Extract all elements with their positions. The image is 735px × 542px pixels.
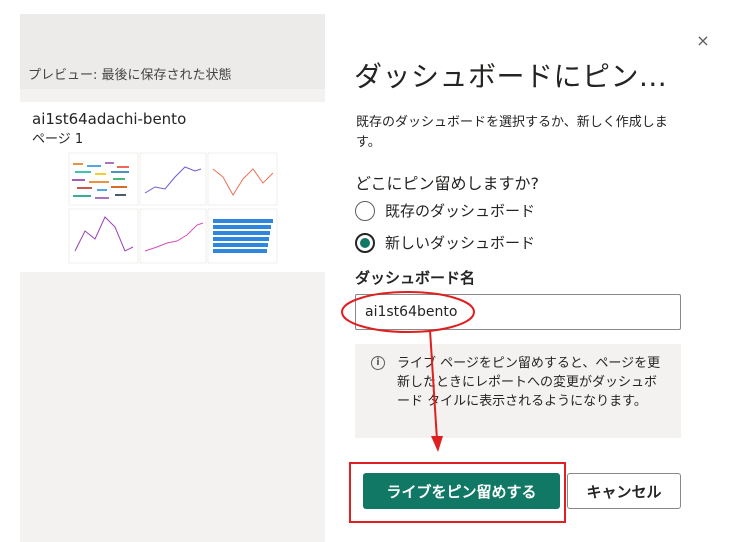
pin-location-question: どこにピン留めしますか? xyxy=(355,174,540,193)
dialog-title: ダッシュボードにピン... xyxy=(354,60,668,93)
report-name: ai1st64adachi-bento xyxy=(32,110,187,128)
radio-dot-icon xyxy=(360,237,370,248)
dashboard-name-input[interactable] xyxy=(355,294,681,330)
report-thumbnail xyxy=(67,147,279,265)
preview-panel: プレビュー: 最後に保存された状態 ai1st64adachi-bento ペー… xyxy=(20,14,325,542)
dashboard-name-label: ダッシュボード名 xyxy=(355,269,476,287)
radio-label: 新しいダッシュボード xyxy=(385,234,536,252)
radio-circle-icon[interactable] xyxy=(355,200,375,221)
info-text: ライブ ページをピン留めすると、ページを更新したときにレポートへの変更がダッシュ… xyxy=(397,356,661,409)
cancel-button[interactable]: キャンセル xyxy=(567,473,681,509)
preview-header: プレビュー: 最後に保存された状態 xyxy=(20,14,325,89)
radio-new-dashboard[interactable]: 新しいダッシュボード xyxy=(355,232,535,253)
info-icon: i xyxy=(371,356,385,370)
page-label: ページ 1 xyxy=(32,132,84,147)
preview-card: ai1st64adachi-bento ページ 1 xyxy=(20,102,325,272)
radio-label: 既存のダッシュボード xyxy=(385,202,536,220)
dialog-description: 既存のダッシュボードを選択するか、新しく作成します。 xyxy=(356,115,668,150)
info-message: i ライブ ページをピン留めすると、ページを更新したときにレポートへの変更がダッ… xyxy=(355,344,681,438)
radio-checked-icon[interactable] xyxy=(355,232,375,253)
annotation-arrow-head xyxy=(431,436,443,452)
radio-existing-dashboard[interactable]: 既存のダッシュボード xyxy=(355,200,535,221)
preview-title: プレビュー: 最後に保存された状態 xyxy=(28,68,232,83)
pin-live-button[interactable]: ライブをピン留めする xyxy=(363,473,560,509)
close-icon[interactable]: × xyxy=(694,32,712,50)
